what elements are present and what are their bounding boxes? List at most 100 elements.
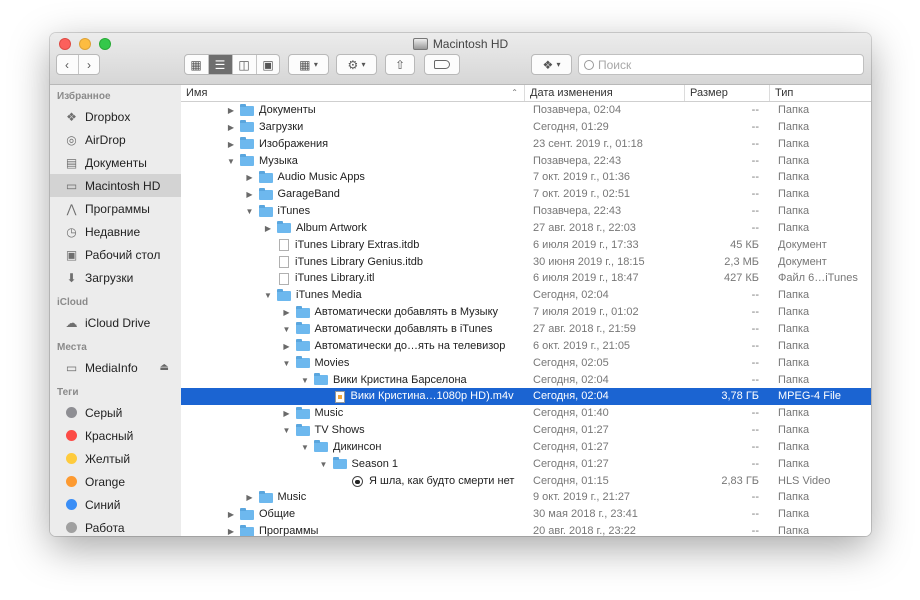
tags-button[interactable] [424, 54, 460, 75]
file-row[interactable]: ▶ Album Artwork 27 авг. 2018 г., 22:03 -- Па… [181, 220, 871, 237]
eject-icon[interactable]: ⏏ [160, 362, 169, 373]
sidebar-item[interactable]: ▭ Macintosh HD [50, 174, 181, 197]
list-view-button[interactable]: ☰ [208, 55, 233, 74]
sidebar-item[interactable]: ▭ MediaInfo ⏏ [50, 356, 181, 379]
disclosure-closed-icon[interactable]: ▶ [244, 489, 256, 506]
sidebar-tag[interactable]: Работа [50, 516, 181, 536]
disclosure-closed-icon[interactable]: ▶ [262, 220, 274, 237]
column-header-date[interactable]: Дата изменения [524, 85, 684, 101]
file-row[interactable]: Вики Кристина…1080p HD).m4v Сегодня, 02:0… [181, 388, 871, 406]
disclosure-open-icon[interactable]: ▼ [299, 372, 311, 389]
file-name: Movies [314, 356, 350, 369]
disclosure-closed-icon[interactable]: ▶ [281, 405, 293, 422]
file-kind: Папка [778, 171, 810, 184]
sidebar-item[interactable]: ◎ AirDrop [50, 128, 181, 151]
file-row[interactable]: ▶ Изображения 23 сент. 2019 г., 01:18 -- Пап… [181, 136, 871, 153]
file-row[interactable]: ▶ Программы 20 авг. 2018 г., 23:22 -- Папка [181, 523, 871, 536]
group-button[interactable]: ▦ ▾ [288, 54, 329, 75]
file-row[interactable]: ▶ GarageBand 7 окт. 2019 г., 02:51 -- Папка [181, 186, 871, 203]
file-row[interactable]: ▶ Audio Music Apps 7 окт. 2019 г., 01:36 --… [181, 169, 871, 186]
file-row[interactable]: ▼ Автоматически добавлять в iTunes 27 авг.… [181, 321, 871, 338]
file-date: Сегодня, 01:15 [533, 474, 609, 487]
disclosure-open-icon[interactable]: ▼ [262, 287, 274, 304]
disclosure-open-icon[interactable]: ▼ [225, 153, 237, 170]
back-button[interactable]: ‹ [57, 55, 79, 74]
column-view-button[interactable]: ◫ [233, 55, 257, 74]
disclosure-open-icon[interactable]: ▼ [281, 422, 293, 439]
file-row[interactable]: ▶ Music 9 окт. 2019 г., 21:27 -- Папка [181, 489, 871, 506]
sidebar-tag[interactable]: Серый [50, 401, 181, 424]
file-row[interactable]: iTunes Library Extras.itdb 6 июля 2019 г.… [181, 237, 871, 254]
file-row[interactable]: ▼ Season 1 Сегодня, 01:27 -- Папка [181, 456, 871, 473]
disclosure-open-icon[interactable]: ▼ [318, 456, 330, 473]
disclosure-closed-icon[interactable]: ▶ [244, 186, 256, 203]
disclosure-closed-icon[interactable]: ▶ [225, 506, 237, 523]
file-row[interactable]: iTunes Library Genius.itdb 30 июня 2019 г… [181, 254, 871, 271]
sidebar-item[interactable]: ▣ Рабочий стол [50, 243, 181, 266]
search-field[interactable]: Поиск [578, 54, 864, 75]
icon-view-button[interactable]: ▦ [185, 55, 209, 74]
sidebar-item[interactable]: ⬇ Загрузки [50, 266, 181, 289]
file-kind: Папка [778, 221, 810, 234]
window-title-text: Macintosh HD [432, 37, 509, 51]
sidebar-tag[interactable]: Желтый [50, 447, 181, 470]
file-row[interactable]: ▶ Загрузки Сегодня, 01:29 -- Папка [181, 119, 871, 136]
sidebar-item[interactable]: ❖ Dropbox [50, 105, 181, 128]
file-row[interactable]: ▶ Music Сегодня, 01:40 -- Папка [181, 405, 871, 422]
file-row[interactable]: ▶ Автоматически добавлять в Музыку 7 июля … [181, 304, 871, 321]
disclosure-closed-icon[interactable]: ▶ [225, 523, 237, 536]
file-row[interactable]: ▶ Общие 30 мая 2018 г., 23:41 -- Папка [181, 506, 871, 523]
sidebar-item[interactable]: ▤ Документы [50, 151, 181, 174]
sidebar-item[interactable]: ◷ Недавние [50, 220, 181, 243]
file-row[interactable]: ▼ TV Shows Сегодня, 01:27 -- Папка [181, 422, 871, 439]
sidebar-tag[interactable]: Orange [50, 470, 181, 493]
folder-icon [240, 507, 254, 520]
file-row[interactable]: Я шла, как будто смерти нет Сегодня, 01:1… [181, 473, 871, 490]
sidebar-item[interactable]: ☁ iCloud Drive [50, 311, 181, 334]
column-header-date-label: Дата изменения [530, 87, 613, 99]
disclosure-open-icon[interactable]: ▼ [281, 355, 293, 372]
tag-color-dot-icon [66, 407, 77, 418]
file-kind: Папка [778, 289, 810, 302]
file-name: Автоматически добавлять в iTunes [314, 322, 493, 335]
disclosure-closed-icon[interactable]: ▶ [225, 102, 237, 119]
drive-icon: ▭ [65, 360, 78, 375]
file-row[interactable]: iTunes Library.itl 6 июля 2019 г., 18:47 4… [181, 270, 871, 287]
file-row[interactable]: ▼ iTunes Позавчера, 22:43 -- Папка [181, 203, 871, 220]
folder-icon [295, 305, 310, 318]
disclosure-closed-icon[interactable]: ▶ [281, 338, 293, 355]
sidebar-tag-label: Синий [85, 497, 121, 512]
disclosure-open-icon[interactable]: ▼ [281, 321, 293, 338]
action-button[interactable]: ⚙ ▾ [336, 54, 377, 75]
file-kind: Папка [778, 491, 810, 504]
file-row[interactable]: ▼ iTunes Media Сегодня, 02:04 -- Папка [181, 287, 871, 304]
disclosure-open-icon[interactable]: ▼ [244, 203, 256, 220]
gallery-view-button[interactable]: ▣ [257, 55, 280, 74]
file-row[interactable]: ▼ Музыка Позавчера, 22:43 -- Папка [181, 153, 871, 170]
file-row[interactable]: ▶ Документы Позавчера, 02:04 -- Папка [181, 102, 871, 119]
file-size: -- [751, 137, 759, 150]
disclosure-closed-icon[interactable]: ▶ [281, 304, 293, 321]
column-header-size[interactable]: Размер [684, 85, 769, 101]
share-button[interactable]: ⇧ [385, 54, 415, 75]
file-row[interactable]: ▼ Movies Сегодня, 02:05 -- Папка [181, 355, 871, 372]
sidebar-tag[interactable]: Синий [50, 493, 181, 516]
file-name: Season 1 [351, 457, 398, 470]
sidebar-item[interactable]: ⋀ Программы [50, 197, 181, 220]
folder-icon [277, 288, 291, 301]
file-row[interactable]: ▶ Автоматически до…ять на телевизор 6 окт.… [181, 338, 871, 355]
sidebar-tag[interactable]: Красный [50, 424, 181, 447]
file-row[interactable]: ▼ Дикинсон Сегодня, 01:27 -- Папка [181, 439, 871, 456]
column-header-name[interactable]: Имя ⌃ [181, 85, 524, 101]
forward-button[interactable]: › [79, 55, 100, 74]
file-row[interactable]: ▼ Вики Кристина Барселона Сегодня, 02:04 --… [181, 372, 871, 389]
disclosure-closed-icon[interactable]: ▶ [225, 119, 237, 136]
disclosure-closed-icon[interactable]: ▶ [225, 136, 237, 153]
column-header-kind[interactable]: Тип [769, 85, 871, 101]
disclosure-open-icon[interactable]: ▼ [299, 439, 311, 456]
disclosure-closed-icon[interactable]: ▶ [244, 169, 256, 186]
file-name: Программы [259, 525, 319, 536]
dropbox-button[interactable]: ❖ ▾ [531, 54, 572, 75]
file-kind: Папка [778, 339, 810, 352]
file-date: Сегодня, 01:27 [533, 457, 609, 470]
